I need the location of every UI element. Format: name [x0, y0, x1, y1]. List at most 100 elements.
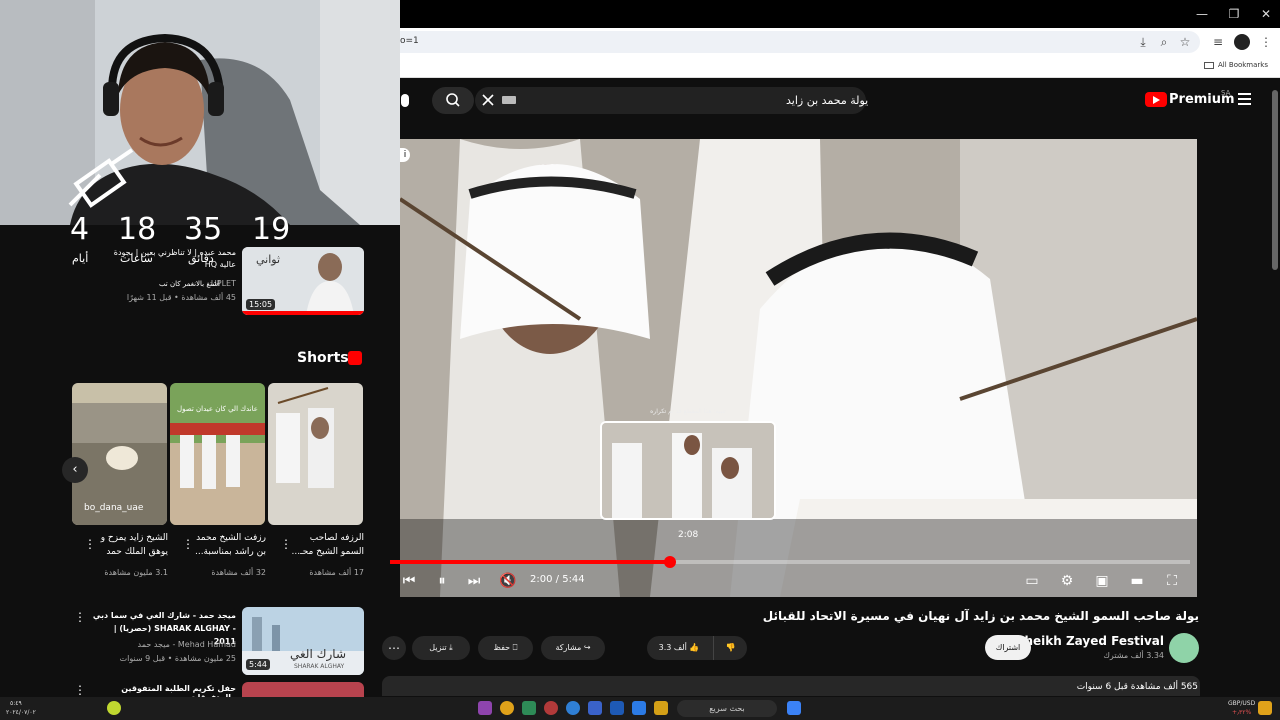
address-bar[interactable] — [388, 31, 1200, 53]
app-icon-5[interactable] — [522, 701, 536, 715]
currency-change: +٫٣٢% — [1232, 709, 1252, 716]
hover-time: 2:08 — [678, 530, 699, 540]
currency-pair: GBP/USD — [1228, 700, 1256, 707]
hamburger-menu-icon[interactable] — [1238, 93, 1251, 105]
total-duration: 5:44 — [562, 574, 585, 585]
youtube-logo-icon[interactable] — [1145, 92, 1167, 107]
all-bookmarks-label: All Bookmarks — [1217, 61, 1268, 69]
share-label: مشاركة — [555, 643, 582, 652]
page-scrollbar[interactable] — [1272, 90, 1278, 270]
save-button[interactable]: حفظ ⎕ — [478, 636, 533, 660]
edge-icon[interactable] — [566, 701, 580, 715]
short-3-views: 3.1 مليون مشاهدة — [104, 568, 168, 577]
shorts-heading: Shorts — [297, 350, 349, 366]
app-icon-4[interactable] — [544, 701, 558, 715]
countdown-seconds: 19 — [252, 212, 291, 247]
countdown-hours: 18 — [118, 212, 157, 247]
list-meta: 25 مليون مشاهدة • قبل 9 سنوات — [119, 654, 236, 663]
keyboard-icon[interactable] — [502, 96, 516, 104]
list-channel[interactable]: Mehad Hamad - ميجد حمد — [90, 640, 236, 649]
time-display: 2:00 / 5:44 — [530, 574, 585, 585]
profile-avatar[interactable] — [1234, 34, 1250, 50]
mute-icon[interactable]: 🔇 — [498, 572, 518, 590]
short-thumbnail-2[interactable]: عاندك الي كان عيدان تصول — [170, 383, 265, 525]
clear-search-icon[interactable] — [481, 93, 495, 107]
theater-mode-icon[interactable]: ▬ — [1127, 572, 1147, 590]
app-icon-2[interactable] — [610, 701, 624, 715]
scrub-preview — [600, 421, 776, 520]
clock-date: ٢٠٢٤/٠٧/٠٢ — [6, 709, 36, 716]
restore-icon[interactable]: ❐ — [1224, 4, 1244, 24]
countdown-minutes: 35 — [184, 212, 223, 247]
short-2-more-icon[interactable]: ⋮ — [182, 537, 194, 551]
list-thumb-caption-en: SHARAK ALGHAY — [294, 663, 345, 670]
progress-scrubber[interactable] — [664, 556, 676, 568]
extensions-icon[interactable]: ≡ — [1210, 34, 1226, 50]
short-2-title[interactable]: رزفت الشيخ محمد بن راشد بمناسبة... — [190, 531, 266, 559]
subscribe-button[interactable]: اشتراك — [985, 635, 1031, 660]
app-icon-6[interactable] — [478, 701, 492, 715]
windows-start-icon[interactable] — [787, 701, 801, 715]
like-button[interactable]: 3.3 ألف 👍 — [647, 636, 711, 660]
like-dislike-group: 3.3 ألف 👍 👎 — [647, 636, 747, 660]
thumbs-up-icon: 👍 — [689, 643, 700, 652]
short-3-more-icon[interactable]: ⋮ — [84, 537, 96, 551]
region-code: SA — [1221, 89, 1231, 97]
share-button[interactable]: مشاركة ↪ — [541, 636, 605, 660]
short-thumbnail-3[interactable]: bo_dana_uae — [72, 383, 167, 525]
all-bookmarks-link[interactable]: All Bookmarks — [1203, 61, 1268, 69]
taskbar-search[interactable]: بحث سريع — [677, 700, 777, 717]
channel-name[interactable]: Sheikh Zayed Festival — [1016, 634, 1164, 648]
minimize-icon[interactable]: — — [1192, 4, 1212, 24]
download-button[interactable]: تنزيل ⤓ — [412, 636, 470, 660]
webcam-overlay — [0, 0, 400, 225]
short-3-title[interactable]: الشيخ زايد يمزح و يوهق الملك حمد — [92, 531, 168, 559]
related-meta: 45 ألف مشاهدة • قبل 11 شهرًا — [126, 293, 236, 302]
search-button[interactable] — [432, 87, 474, 114]
download-icon: ⤓ — [449, 643, 453, 652]
app-icon-3[interactable] — [588, 701, 602, 715]
tray-icon-green[interactable] — [107, 701, 121, 715]
close-icon[interactable]: ✕ — [1256, 4, 1276, 24]
countdown-days: 4 — [70, 212, 90, 247]
mic-icon[interactable] — [401, 94, 409, 107]
video-frame — [400, 139, 1197, 597]
zoom-icon[interactable]: ⌕ — [1156, 34, 1172, 50]
miniplayer-icon[interactable]: ▣ — [1092, 572, 1112, 590]
bookmark-star-icon[interactable]: ☆ — [1177, 34, 1193, 50]
related-thumb-caption: ثواني — [256, 253, 281, 266]
browser-menu-icon[interactable]: ⋮ — [1258, 34, 1274, 50]
views-date: 565 ألف مشاهدة قبل 6 سنوات — [1076, 682, 1198, 692]
list-more-icon-2[interactable]: ⋮ — [74, 683, 86, 697]
related-thumbnail[interactable]: 15:05 ثواني — [242, 247, 364, 315]
next-icon[interactable]: ⏭ — [464, 572, 484, 590]
settings-gear-icon[interactable]: ⚙ — [1057, 572, 1077, 590]
list-thumb-caption: شارك الغي — [290, 647, 346, 661]
short-2-caption: عاندك الي كان عيدان تصول — [177, 405, 258, 413]
more-actions-button[interactable]: ⋯ — [382, 636, 406, 660]
channel-subscribers: 3.34 ألف مشترك — [1103, 651, 1164, 660]
short-1-title[interactable]: الرزفه لصاحب السمو الشيخ محـ... — [288, 531, 365, 559]
captions-icon[interactable]: ▭ — [1022, 572, 1042, 590]
related-title[interactable]: محمد عبده | لا تناظرني بعين | بجودة عالي… — [96, 247, 236, 271]
previous-icon[interactable]: ⏮ — [399, 572, 419, 590]
short-thumbnail-1[interactable] — [268, 383, 363, 525]
file-explorer-icon[interactable] — [654, 701, 668, 715]
install-app-icon[interactable]: ⤓ — [1135, 34, 1151, 50]
tray-icon-orange[interactable] — [1258, 701, 1272, 715]
fullscreen-icon[interactable]: ⛶ — [1162, 572, 1182, 590]
app-icon-1[interactable] — [632, 701, 646, 715]
list-thumbnail[interactable]: شارك الغي SHARAK ALGHAY 5:44 — [242, 607, 364, 675]
pause-icon[interactable]: ⏸ — [432, 572, 452, 590]
dislike-button[interactable]: 👎 — [713, 636, 747, 660]
chrome-icon[interactable] — [500, 701, 514, 715]
list-more-icon[interactable]: ⋮ — [74, 610, 86, 624]
list-thumbnail-2[interactable] — [242, 682, 364, 697]
channel-avatar[interactable] — [1169, 633, 1199, 663]
share-icon: ↪ — [583, 643, 591, 652]
scrub-preview-image — [602, 423, 774, 518]
current-time: 2:00 — [530, 574, 553, 585]
short-1-more-icon[interactable]: ⋮ — [280, 537, 292, 551]
video-player[interactable]: i — [400, 139, 1197, 597]
shorts-prev-button[interactable]: ‹ — [62, 457, 88, 483]
